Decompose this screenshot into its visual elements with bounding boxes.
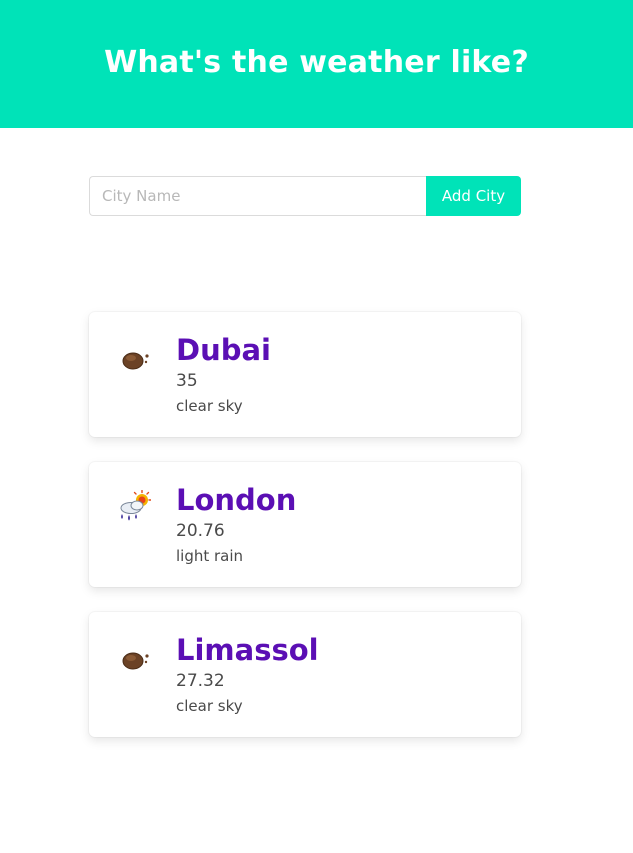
weather-card-limassol: Limassol 27.32 clear sky <box>89 612 521 737</box>
temperature: 20.76 <box>176 521 225 541</box>
weather-card-london: London 20.76 light rain <box>89 462 521 587</box>
temperature: 27.32 <box>176 671 225 691</box>
city-name: Limassol <box>176 633 319 667</box>
city-name: London <box>176 483 297 517</box>
add-city-form: Add City <box>89 176 521 216</box>
weather-card-dubai: Dubai 35 clear sky <box>89 312 521 437</box>
light-rain-icon <box>120 490 151 521</box>
weather-description: clear sky <box>176 397 243 415</box>
clear-sky-icon <box>122 352 149 370</box>
page-header: What's the weather like? <box>0 0 633 128</box>
page-title: What's the weather like? <box>104 45 529 80</box>
weather-description: clear sky <box>176 697 243 715</box>
clear-sky-icon <box>122 652 149 670</box>
city-name-input[interactable] <box>89 176 426 216</box>
city-name: Dubai <box>176 333 271 367</box>
temperature: 35 <box>176 371 198 391</box>
add-city-button[interactable]: Add City <box>426 176 521 216</box>
weather-description: light rain <box>176 547 244 565</box>
